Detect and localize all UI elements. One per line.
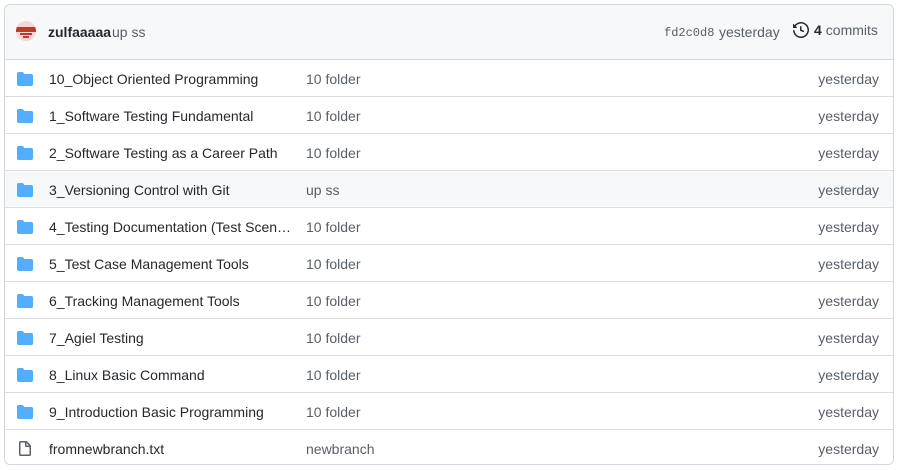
- commit-time: yesterday: [719, 24, 780, 40]
- file-list: 10_Object Oriented Programming 10 folder y…: [5, 60, 893, 464]
- file-commit-message[interactable]: 10 folder: [306, 219, 360, 235]
- file-commit-message[interactable]: 10 folder: [306, 404, 360, 420]
- file-name-link[interactable]: 9_Introduction Basic Programming: [49, 404, 293, 420]
- file-commit-time: yesterday: [818, 293, 879, 309]
- file-commit-message[interactable]: newbranch: [306, 441, 375, 457]
- commit-author[interactable]: zulfaaaaa: [48, 24, 111, 40]
- file-name-link[interactable]: 7_Agiel Testing: [49, 330, 293, 346]
- file-commit-time: yesterday: [818, 441, 879, 457]
- folder-icon: [17, 293, 33, 309]
- file-name-link[interactable]: 4_Testing Documentation (Test Scena...: [49, 219, 293, 235]
- folder-icon: [17, 404, 33, 420]
- file-name-link[interactable]: 8_Linux Basic Command: [49, 367, 293, 383]
- file-row[interactable]: 5_Test Case Management Tools 10 folder yes…: [5, 244, 893, 281]
- file-commit-time: yesterday: [818, 404, 879, 420]
- file-commit-message[interactable]: 10 folder: [306, 145, 360, 161]
- file-name-link[interactable]: 3_Versioning Control with Git: [49, 182, 293, 198]
- folder-icon: [17, 256, 33, 272]
- file-row[interactable]: 10_Object Oriented Programming 10 folder y…: [5, 60, 893, 96]
- folder-icon: [17, 182, 33, 198]
- file-name-link[interactable]: 5_Test Case Management Tools: [49, 256, 293, 272]
- file-commit-time: yesterday: [818, 145, 879, 161]
- file-name-link[interactable]: 10_Object Oriented Programming: [49, 71, 293, 87]
- commits-link[interactable]: 4 commits: [793, 22, 878, 38]
- file-commit-message[interactable]: 10 folder: [306, 256, 360, 272]
- commit-message[interactable]: up ss: [112, 24, 145, 40]
- file-row[interactable]: 3_Versioning Control with Git up ss yester…: [5, 170, 893, 207]
- file-row[interactable]: 6_Tracking Management Tools 10 folder yest…: [5, 281, 893, 318]
- file-commit-message[interactable]: 10 folder: [306, 330, 360, 346]
- file-row[interactable]: 9_Introduction Basic Programming 10 folde…: [5, 392, 893, 429]
- history-icon: [793, 22, 809, 38]
- file-row[interactable]: 8_Linux Basic Command 10 folder yesterday: [5, 355, 893, 392]
- folder-icon: [17, 367, 33, 383]
- file-commit-time: yesterday: [818, 71, 879, 87]
- latest-commit-bar: zulfaaaaa up ss fd2c0d8 yesterday 4 comm…: [5, 5, 893, 60]
- file-commit-time: yesterday: [818, 182, 879, 198]
- folder-icon: [17, 219, 33, 235]
- file-row[interactable]: fromnewbranch.txt newbranch yesterday: [5, 429, 893, 464]
- file-commit-message[interactable]: 10 folder: [306, 367, 360, 383]
- file-commit-time: yesterday: [818, 108, 879, 124]
- folder-icon: [17, 71, 33, 87]
- file-commit-time: yesterday: [818, 219, 879, 235]
- file-commit-message[interactable]: up ss: [306, 182, 339, 198]
- file-row[interactable]: 7_Agiel Testing 10 folder yesterday: [5, 318, 893, 355]
- file-row[interactable]: 2_Software Testing as a Career Path 10 fo…: [5, 133, 893, 170]
- file-name-link[interactable]: 1_Software Testing Fundamental: [49, 108, 293, 124]
- file-name-link[interactable]: 6_Tracking Management Tools: [49, 293, 293, 309]
- file-commit-time: yesterday: [818, 256, 879, 272]
- file-commit-message[interactable]: 10 folder: [306, 71, 360, 87]
- avatar[interactable]: [16, 21, 36, 41]
- file-browser: zulfaaaaa up ss fd2c0d8 yesterday 4 comm…: [4, 4, 894, 465]
- folder-icon: [17, 145, 33, 161]
- folder-icon: [17, 108, 33, 124]
- file-commit-message[interactable]: 10 folder: [306, 293, 360, 309]
- file-commit-message[interactable]: 10 folder: [306, 108, 360, 124]
- file-commit-time: yesterday: [818, 330, 879, 346]
- file-commit-time: yesterday: [818, 367, 879, 383]
- file-row[interactable]: 1_Software Testing Fundamental 10 folder y…: [5, 96, 893, 133]
- file-name-link[interactable]: 2_Software Testing as a Career Path: [49, 145, 293, 161]
- commit-word: commits: [825, 22, 878, 38]
- file-name-link[interactable]: fromnewbranch.txt: [49, 441, 293, 457]
- file-row[interactable]: 4_Testing Documentation (Test Scena... 10…: [5, 207, 893, 244]
- commit-hash[interactable]: fd2c0d8: [664, 26, 714, 40]
- commit-count: 4: [814, 22, 822, 38]
- folder-icon: [17, 330, 33, 346]
- file-icon: [17, 441, 33, 457]
